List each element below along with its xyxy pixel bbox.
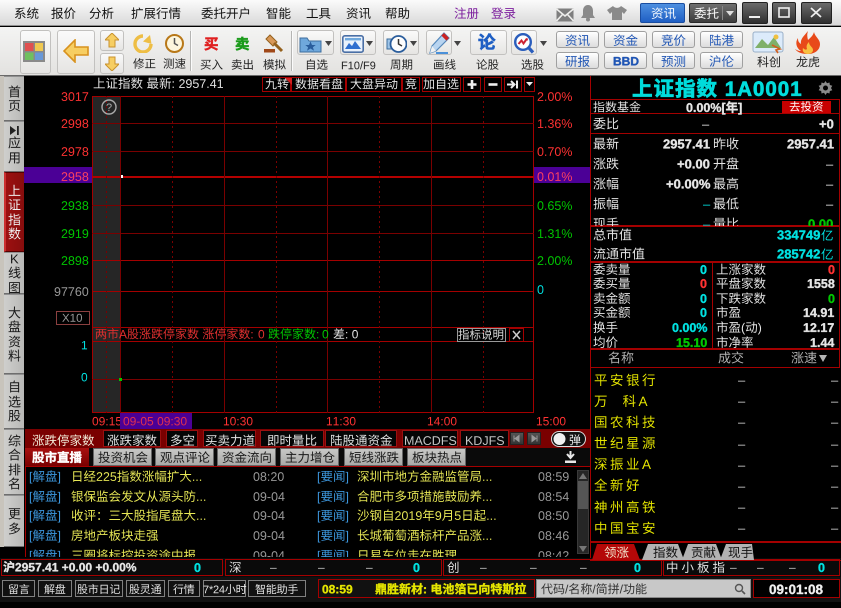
svg-text:?: ? — [106, 102, 112, 114]
